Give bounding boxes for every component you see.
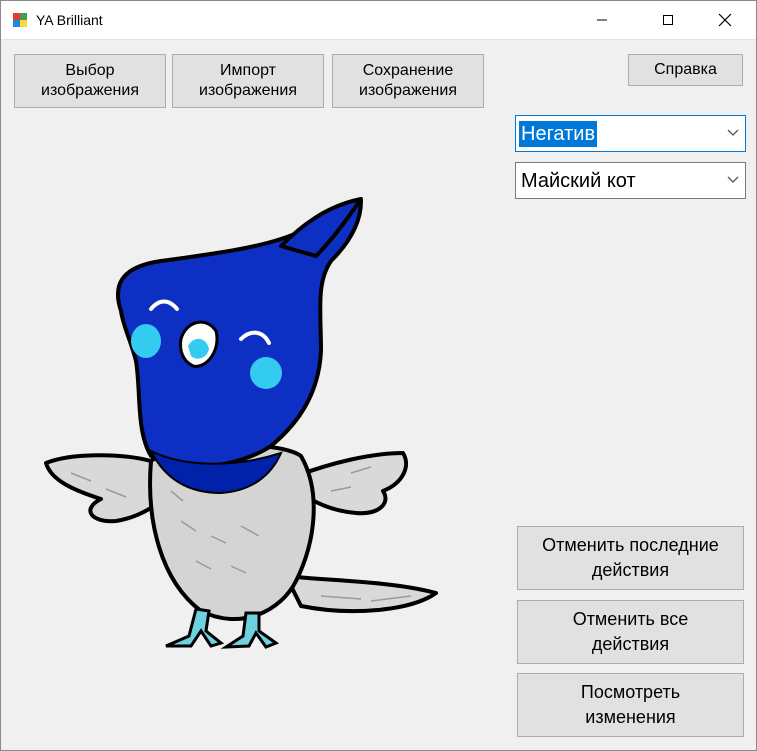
close-button[interactable] <box>702 1 748 39</box>
window-title: YA Brilliant <box>36 12 103 28</box>
image-canvas <box>31 191 461 661</box>
filter-select[interactable]: Негатив <box>515 115 746 152</box>
close-icon <box>718 13 732 27</box>
help-label: Справка <box>654 61 717 78</box>
import-image-label: Импорт изображения <box>199 62 297 99</box>
undo-last-button[interactable]: Отменить последние действия <box>517 526 744 590</box>
undo-last-label: Отменить последние действия <box>542 535 719 580</box>
chevron-down-icon <box>727 176 739 183</box>
maximize-button[interactable] <box>645 1 691 39</box>
help-button[interactable]: Справка <box>628 54 743 86</box>
view-changes-label: Посмотреть изменения <box>580 682 681 727</box>
undo-all-button[interactable]: Отменить все действия <box>517 600 744 664</box>
minimize-icon <box>597 19 607 21</box>
save-image-label: Сохранение изображения <box>359 62 457 99</box>
minimize-button[interactable] <box>579 1 625 39</box>
style-selected-value: Майский кот <box>521 170 636 192</box>
title-bar[interactable]: YA Brilliant <box>1 1 756 40</box>
filter-selected-value: Негатив <box>519 121 598 147</box>
maximize-icon <box>663 15 673 25</box>
undo-all-label: Отменить все действия <box>572 609 689 654</box>
save-image-button[interactable]: Сохранение изображения <box>332 54 484 108</box>
style-select[interactable]: Майский кот <box>515 162 746 199</box>
import-image-button[interactable]: Импорт изображения <box>172 54 324 108</box>
view-changes-button[interactable]: Посмотреть изменения <box>517 673 744 737</box>
select-image-button[interactable]: Выбор изображения <box>14 54 166 108</box>
select-image-label: Выбор изображения <box>41 62 139 99</box>
chevron-down-icon <box>727 129 739 136</box>
app-icon <box>13 13 27 27</box>
app-window: YA Brilliant Выбор изображения Импорт из… <box>0 0 757 751</box>
bird-illustration <box>44 197 438 649</box>
